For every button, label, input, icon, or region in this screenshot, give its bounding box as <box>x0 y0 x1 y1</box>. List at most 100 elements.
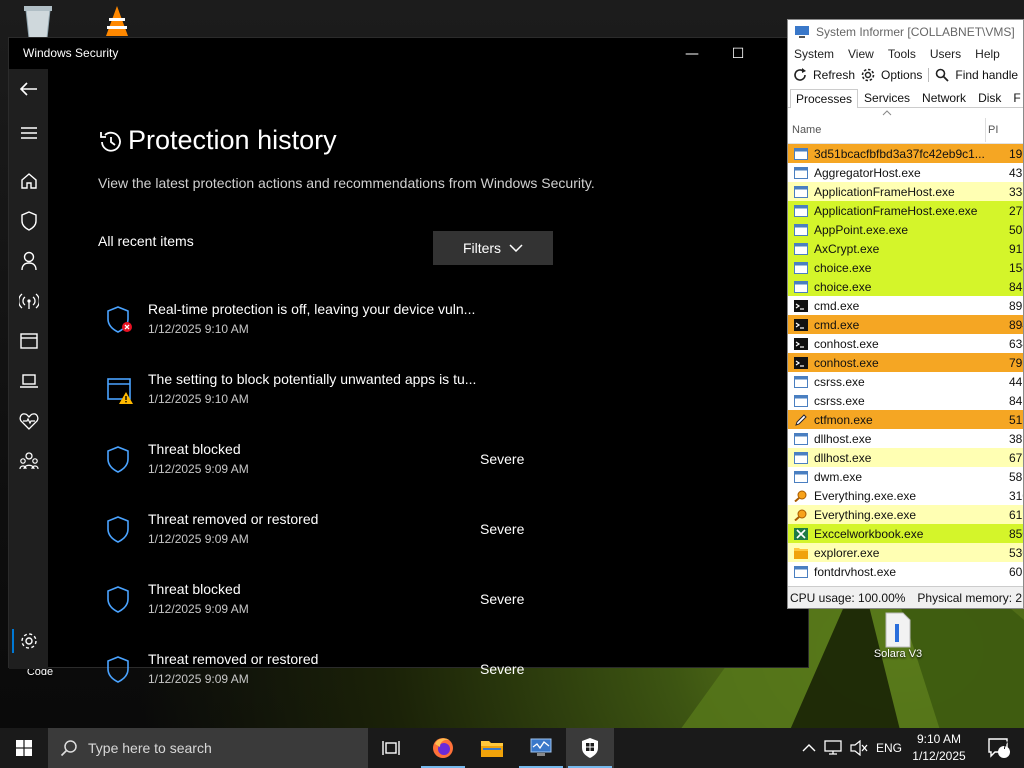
tab-processes[interactable]: Processes <box>790 89 859 108</box>
history-item[interactable]: Threat removed or restored 1/12/2025 9:0… <box>106 649 626 699</box>
tab-network[interactable]: Network <box>916 88 972 107</box>
nav-app-browser-control[interactable] <box>9 323 48 359</box>
column-name[interactable]: Name <box>792 124 821 136</box>
process-name: 3d51bcacfbfbd3a37fc42eb9c1... <box>814 146 985 161</box>
title-bar[interactable]: System Informer [COLLABNET\VMS] <box>788 20 1023 44</box>
process-row[interactable]: Everything.exe.exe 310 <box>788 486 1023 505</box>
process-row[interactable]: dllhost.exe 389 <box>788 429 1023 448</box>
process-row[interactable]: cmd.exe 892 <box>788 296 1023 315</box>
menu-view[interactable]: View <box>848 47 874 61</box>
process-row[interactable]: csrss.exe 44 <box>788 372 1023 391</box>
app-icon <box>794 261 808 274</box>
process-pid: 848 <box>1009 279 1023 294</box>
process-row[interactable]: Everything.exe.exe 612 <box>788 505 1023 524</box>
window-title: System Informer [COLLABNET\VMS] <box>816 25 1015 39</box>
find-handles-button[interactable]: Find handle <box>955 68 1018 82</box>
process-row[interactable]: dwm.exe 58 <box>788 467 1023 486</box>
back-button[interactable] <box>9 71 48 107</box>
nav-account-protection[interactable] <box>9 243 48 279</box>
network-icon[interactable] <box>824 740 842 756</box>
minimize-button[interactable]: — <box>669 38 715 69</box>
nav-virus-protection[interactable] <box>9 203 48 239</box>
volume-muted-icon[interactable] <box>850 740 868 756</box>
start-button[interactable] <box>0 728 48 768</box>
console-icon <box>794 299 808 312</box>
nav-device-performance[interactable] <box>9 403 48 439</box>
hamburger-menu-icon <box>20 127 37 139</box>
process-row[interactable]: ApplicationFrameHost.exe.exe 272 <box>788 201 1023 220</box>
heart-pulse-icon <box>19 413 38 430</box>
nav-device-security[interactable] <box>9 363 48 399</box>
process-row[interactable]: choice.exe 154 <box>788 258 1023 277</box>
tab-disk[interactable]: Disk <box>972 88 1007 107</box>
process-name: dllhost.exe <box>814 450 872 465</box>
menu-system[interactable]: System <box>794 47 834 61</box>
process-row[interactable]: Exccelworkbook.exe 850 <box>788 524 1023 543</box>
app-icon <box>794 470 808 483</box>
system-informer-icon <box>530 738 552 756</box>
process-row[interactable]: conhost.exe 634 <box>788 334 1023 353</box>
taskbar-firefox[interactable] <box>419 728 467 768</box>
menu-tools[interactable]: Tools <box>888 47 916 61</box>
chevron-up-icon[interactable] <box>802 743 816 753</box>
tab-services[interactable]: Services <box>858 88 916 107</box>
process-row[interactable]: ctfmon.exe 512 <box>788 410 1023 429</box>
filters-button[interactable]: Filters <box>433 231 553 265</box>
process-row[interactable]: csrss.exe 84 <box>788 391 1023 410</box>
process-row[interactable]: dllhost.exe 677 <box>788 448 1023 467</box>
taskbar-search[interactable]: Type here to search <box>48 728 368 768</box>
item-date: 1/12/2025 9:09 AM <box>148 672 249 686</box>
taskbar-file-explorer[interactable] <box>468 728 516 768</box>
person-icon <box>20 251 37 271</box>
process-row[interactable]: AxCrypt.exe 917 <box>788 239 1023 258</box>
clock[interactable]: 9:10 AM 1/12/2025 <box>904 731 974 765</box>
notification-center-button[interactable]: 7 <box>974 728 1024 768</box>
taskbar-system-informer[interactable] <box>517 728 565 768</box>
taskbar-windows-security[interactable] <box>566 728 614 768</box>
title-bar[interactable]: Windows Security — ☐ <box>9 38 808 69</box>
folder-icon <box>794 547 808 559</box>
process-row[interactable]: AggregatorHost.exe 436 <box>788 163 1023 182</box>
options-button[interactable]: Options <box>881 68 922 82</box>
shield-icon <box>20 211 37 231</box>
desktop-icon-solara[interactable]: Solara V3 <box>866 612 930 660</box>
nav-home[interactable] <box>9 163 48 199</box>
vlc-icon[interactable] <box>102 4 132 38</box>
recycle-bin-icon[interactable] <box>18 4 58 38</box>
task-view-button[interactable] <box>368 728 416 768</box>
history-item[interactable]: Threat removed or restored 1/12/2025 9:0… <box>106 509 626 559</box>
process-row[interactable]: 3d51bcacfbfbd3a37fc42eb9c1... 191 <box>788 144 1023 163</box>
process-list: 3d51bcacfbfbd3a37fc42eb9c1... 191 Aggregat… <box>788 144 1023 581</box>
process-pid: 677 <box>1009 450 1023 465</box>
process-row[interactable]: choice.exe 848 <box>788 277 1023 296</box>
process-row[interactable]: explorer.exe 530 <box>788 543 1023 562</box>
menu-users[interactable]: Users <box>930 47 961 61</box>
tab-more[interactable]: F <box>1007 88 1023 107</box>
history-item[interactable]: Threat blocked 1/12/2025 9:09 AM Severe <box>106 579 626 629</box>
menu-help[interactable]: Help <box>975 47 1000 61</box>
section-label: All recent items <box>98 233 194 249</box>
process-row[interactable]: fontdrvhost.exe 60 <box>788 562 1023 581</box>
process-row[interactable]: cmd.exe 894 <box>788 315 1023 334</box>
nav-settings[interactable] <box>9 623 48 659</box>
nav-family-options[interactable] <box>9 443 48 479</box>
process-name: AppPoint.exe.exe <box>814 222 909 237</box>
column-separator[interactable] <box>985 118 986 142</box>
history-item[interactable]: The setting to block potentially unwante… <box>106 369 626 419</box>
history-item[interactable]: Threat blocked 1/12/2025 9:09 AM Severe <box>106 439 626 489</box>
input-language[interactable]: ENG <box>876 741 902 755</box>
process-pid: 505 <box>1009 222 1023 237</box>
maximize-button[interactable]: ☐ <box>715 38 761 69</box>
nav-firewall[interactable] <box>9 283 48 319</box>
process-row[interactable]: AppPoint.exe.exe 505 <box>788 220 1023 239</box>
chevron-down-icon <box>509 244 523 252</box>
history-item[interactable]: Real-time protection is off, leaving you… <box>106 299 626 349</box>
windows-security-window: Windows Security — ☐ Protection history … <box>8 37 809 686</box>
app-icon <box>794 242 808 255</box>
refresh-button[interactable]: Refresh <box>813 68 855 82</box>
process-row[interactable]: ApplicationFrameHost.exe 338 <box>788 182 1023 201</box>
column-pid[interactable]: PI <box>988 124 998 136</box>
process-row[interactable]: conhost.exe 791 <box>788 353 1023 372</box>
menu-button[interactable] <box>9 115 48 151</box>
item-date: 1/12/2025 9:10 AM <box>148 392 249 406</box>
